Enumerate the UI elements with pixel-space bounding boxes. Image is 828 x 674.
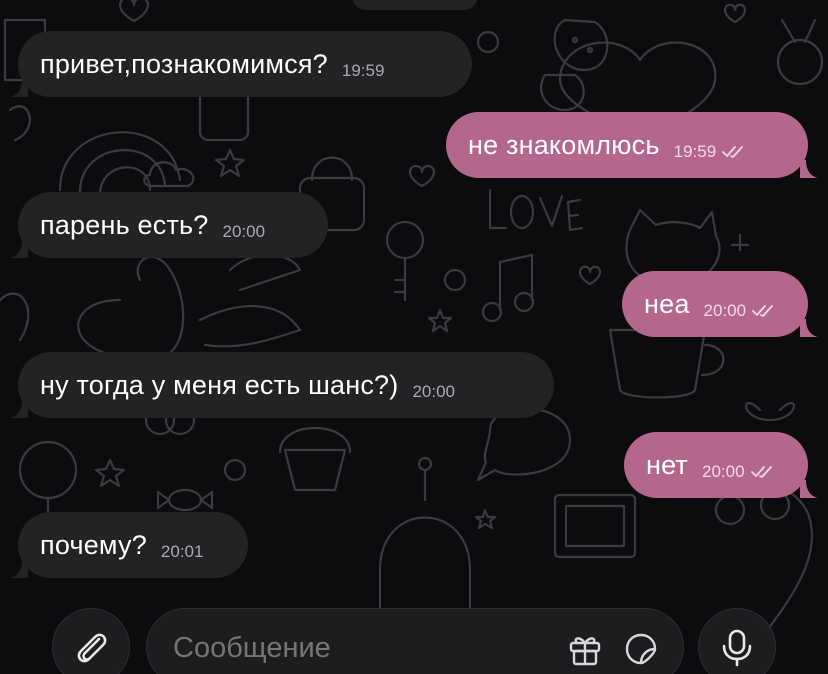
message-text: нет [646, 449, 688, 480]
message-time: 19:59 [673, 142, 717, 161]
microphone-icon [722, 629, 752, 667]
message-composer [0, 600, 828, 674]
chat-screen: привет,познакомимся? 19:59 не знакомлюсь… [0, 0, 828, 674]
paperclip-icon [77, 633, 107, 663]
bubble-tail-icon [10, 560, 28, 578]
message-bubble-incoming[interactable]: ну тогда у меня есть шанс?) 20:00 [18, 352, 554, 418]
message-input-container[interactable] [146, 608, 684, 674]
message-meta: 20:00 [412, 382, 455, 402]
bubble-tail-icon [10, 400, 28, 418]
bubble-tail-icon [800, 480, 818, 498]
voice-message-button[interactable] [698, 608, 776, 674]
message-text: ну тогда у меня есть шанс?) [40, 369, 399, 400]
bubble-tail-icon [800, 160, 818, 178]
message-time: 20:00 [702, 462, 745, 481]
message-text: привет,познакомимся? [40, 48, 328, 79]
message-input[interactable] [171, 631, 535, 666]
read-checkmarks-icon [722, 146, 744, 158]
message-meta: 20:00 [223, 222, 266, 242]
read-checkmarks-icon [752, 305, 773, 317]
bubble-tail-icon [10, 240, 28, 258]
message-time: 20:00 [703, 301, 747, 320]
message-meta: 20:00 [704, 301, 779, 321]
message-time: 20:00 [412, 382, 456, 401]
message-meta: 19:59 [674, 142, 749, 162]
message-text: парень есть? [40, 209, 209, 240]
sticker-icon[interactable] [623, 631, 659, 667]
message-time: 19:59 [341, 61, 385, 80]
attach-button[interactable] [52, 608, 130, 674]
message-bubble-incoming[interactable]: парень есть? 20:00 [18, 192, 328, 258]
message-text: неа [644, 288, 690, 319]
message-bubble-outgoing[interactable]: не знакомлюсь 19:59 [446, 112, 808, 178]
message-meta: 20:01 [161, 542, 204, 562]
message-bubble-outgoing[interactable]: нет 20:00 [624, 432, 808, 498]
message-bubble-incoming[interactable]: привет,познакомимся? 19:59 [18, 31, 472, 97]
message-meta: 19:59 [342, 61, 385, 81]
bubble-tail-icon [10, 79, 28, 97]
message-time: 20:01 [160, 542, 204, 561]
message-bubble-incoming[interactable]: почему? 20:01 [18, 512, 248, 578]
gift-icon[interactable] [567, 631, 603, 667]
message-text: не знакомлюсь [468, 129, 660, 160]
message-meta: 20:00 [702, 462, 777, 482]
message-bubble-outgoing[interactable]: неа 20:00 [622, 271, 808, 337]
bubble-tail-icon [800, 319, 818, 337]
message-time: 20:00 [222, 222, 266, 241]
message-text: почему? [40, 529, 147, 560]
partial-message-bubble [352, 0, 478, 10]
read-checkmarks-icon [750, 466, 772, 478]
